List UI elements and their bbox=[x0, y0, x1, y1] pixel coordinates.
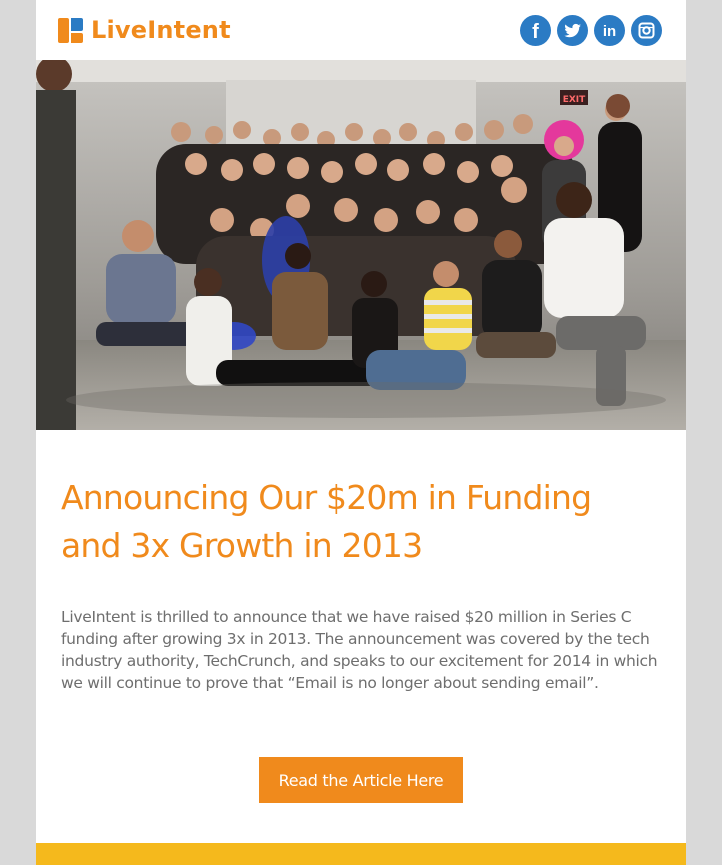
twitter-icon[interactable] bbox=[557, 15, 588, 46]
article-headline: Announcing Our $20m in Funding and 3x Gr… bbox=[61, 474, 661, 570]
email-header: LiveIntent f in bbox=[36, 0, 686, 60]
article-body: LiveIntent is thrilled to announce that … bbox=[61, 608, 658, 692]
svg-text:f: f bbox=[532, 21, 539, 43]
facebook-icon[interactable]: f bbox=[520, 15, 551, 46]
social-links: f in bbox=[520, 15, 662, 46]
brand-name: LiveIntent bbox=[91, 16, 231, 44]
exit-sign: EXIT bbox=[563, 95, 586, 105]
brand-logo[interactable]: LiveIntent bbox=[58, 18, 231, 43]
svg-text:in: in bbox=[603, 23, 616, 40]
hero-team-photo: EXIT bbox=[36, 60, 686, 430]
linkedin-icon[interactable]: in bbox=[594, 15, 625, 46]
email-container: LiveIntent f in EXIT Announcing Our $20m… bbox=[36, 0, 686, 865]
read-article-button[interactable]: Read the Article Here bbox=[259, 757, 463, 803]
instagram-icon[interactable] bbox=[631, 15, 662, 46]
footer-bar bbox=[36, 843, 686, 865]
headline-line-2: and 3x Growth in 2013 bbox=[61, 526, 423, 565]
article-content: Announcing Our $20m in Funding and 3x Gr… bbox=[61, 474, 661, 570]
headline-line-1: Announcing Our $20m in Funding bbox=[61, 478, 592, 517]
liveintent-logo-icon bbox=[58, 18, 83, 43]
